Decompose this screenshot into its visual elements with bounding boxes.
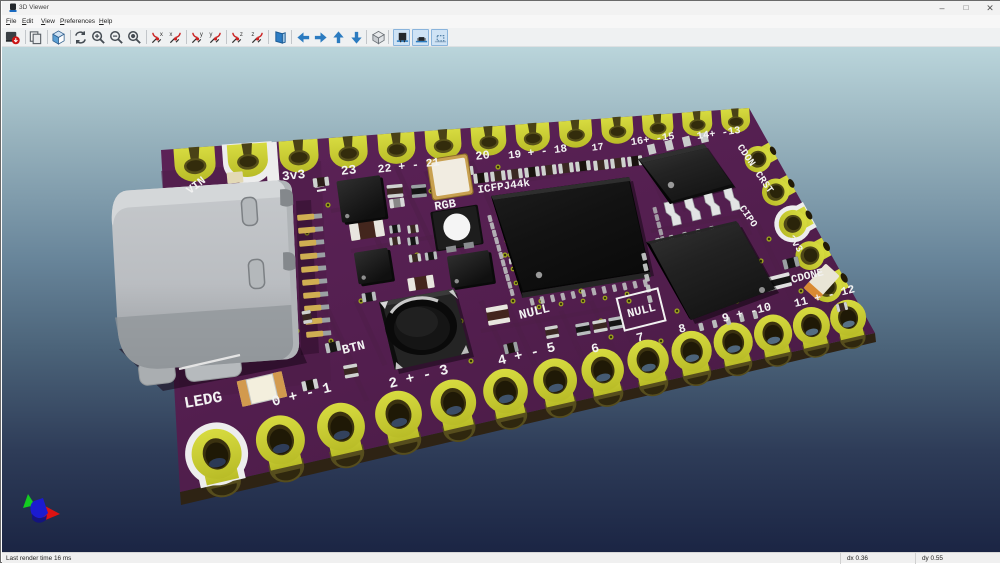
svg-text:y: y — [209, 31, 213, 38]
svg-text:z: z — [240, 31, 243, 38]
svg-text:z: z — [251, 31, 254, 38]
svg-text:17: 17 — [591, 142, 604, 154]
svg-text:20: 20 — [475, 148, 491, 164]
svg-text:x: x — [169, 31, 172, 38]
svg-text:23: 23 — [340, 162, 357, 179]
svg-text:x: x — [160, 31, 163, 38]
svg-text:3v3: 3v3 — [281, 167, 306, 184]
svg-text:y: y — [200, 31, 204, 38]
